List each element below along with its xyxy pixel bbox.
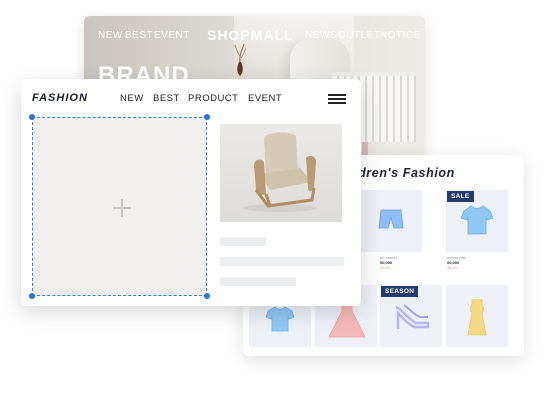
product-image-chair[interactable] <box>220 124 342 222</box>
skeleton-line <box>220 277 296 286</box>
tshirt-icon <box>265 306 295 332</box>
resize-handle-bottom-left[interactable] <box>29 293 35 299</box>
banner-nav-best[interactable]: BEST <box>125 30 153 41</box>
nav-event[interactable]: EVENT <box>248 93 282 104</box>
kids-fashion-title: ldren's Fashion <box>354 166 455 180</box>
banner-nav-event[interactable]: EVENT <box>154 30 190 41</box>
nav-best[interactable]: BEST <box>153 93 180 104</box>
resize-handle-bottom-right[interactable] <box>204 293 210 299</box>
sale-badge: SALE <box>447 191 474 202</box>
banner-logo[interactable]: SHOPMALL <box>207 27 294 43</box>
season-badge: SEASON <box>381 286 419 297</box>
banner-nav-outlet[interactable]: OUTLET <box>338 30 380 41</box>
plus-icon[interactable] <box>113 199 131 217</box>
banner-nav: NEW BEST EVENT SHOPMALL NEWS OUTLET NOTI… <box>84 24 425 46</box>
vase-icon <box>234 43 246 76</box>
sleeveless-dress-icon <box>467 299 487 336</box>
skeleton-line <box>220 257 344 266</box>
resize-handle-top-right[interactable] <box>204 114 210 120</box>
hamburger-icon[interactable] <box>328 94 346 104</box>
banner-nav-news[interactable]: NEWS <box>305 30 337 41</box>
editor-logo[interactable]: FASHION <box>32 92 88 104</box>
banner-nav-notice[interactable]: NOTICE <box>380 30 421 41</box>
banner-nav-new[interactable]: NEW <box>98 30 123 41</box>
product-tile[interactable] <box>360 190 422 252</box>
chair-image <box>242 132 318 212</box>
tile-old-price: 45.00 <box>380 265 391 270</box>
shorts-icon <box>378 209 404 229</box>
editor-header: FASHION NEW BEST PRODUCT EVENT <box>21 79 361 115</box>
editor-card: FASHION NEW BEST PRODUCT EVENT <box>21 79 361 306</box>
tshirt-icon <box>460 205 494 235</box>
tile-meta: nn nnnnn 00,000 45.00 <box>380 255 397 270</box>
nav-product[interactable]: PRODUCT <box>188 93 238 104</box>
heels-icon <box>395 304 430 329</box>
product-tile[interactable] <box>446 285 508 347</box>
image-drop-zone[interactable] <box>29 114 210 299</box>
tile-old-price: 48.00 <box>447 265 458 270</box>
skeleton-line <box>220 237 266 246</box>
tile-meta: nnnnn nnn 00,000 48.00 <box>447 255 466 270</box>
nav-new[interactable]: NEW <box>120 93 144 104</box>
resize-handle-top-left[interactable] <box>29 114 35 120</box>
